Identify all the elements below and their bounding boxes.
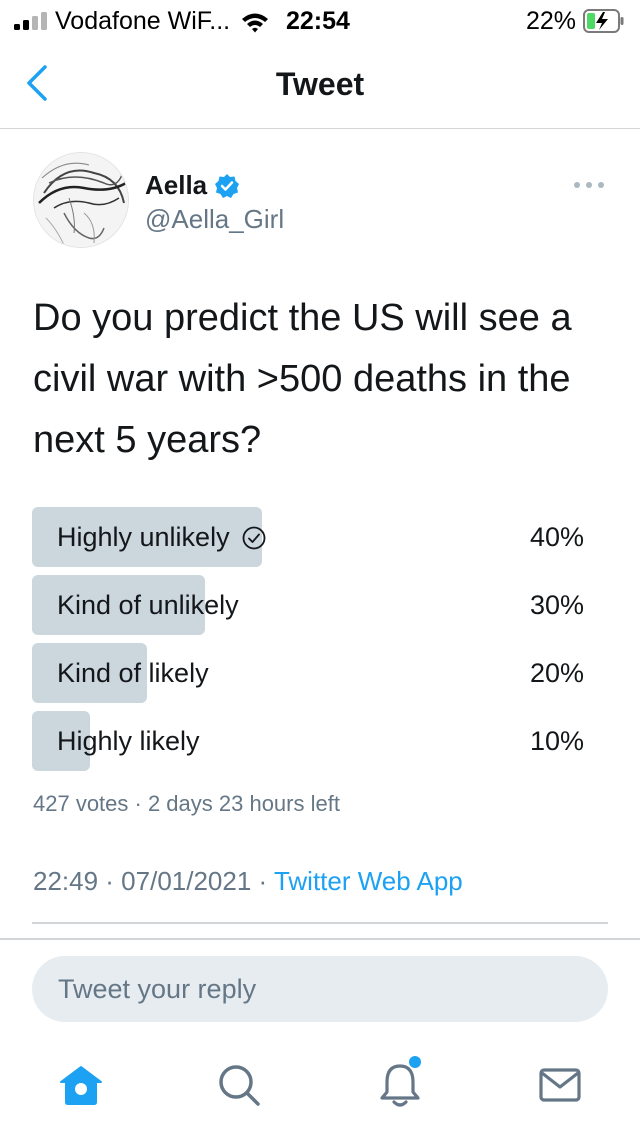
poll-option: Kind of unlikely 30%	[32, 575, 584, 635]
check-circle-icon	[242, 526, 265, 549]
wifi-icon	[242, 13, 268, 33]
display-name-text: Aella	[145, 170, 208, 200]
messages-icon	[539, 1068, 581, 1102]
status-bar: Vodafone WiF... 22:54 22%	[0, 0, 640, 44]
search-icon	[219, 1065, 260, 1106]
poll-percentage: 40%	[529, 522, 584, 552]
poll-percentage: 10%	[529, 726, 584, 756]
navigation-bar: Tweet	[0, 44, 640, 129]
tab-notifications[interactable]	[375, 1060, 425, 1110]
tweet-timestamp-row: 22:49 · 07/01/2021 · Twitter Web App	[33, 866, 463, 897]
avatar-sketch-image	[34, 153, 128, 247]
notifications-icon	[380, 1064, 420, 1107]
divider	[0, 938, 640, 940]
verified-badge-icon	[215, 173, 240, 198]
tweet-text: Do you predict the US will see a civil w…	[33, 297, 572, 461]
tweet-source-link[interactable]: Twitter Web App	[274, 866, 463, 896]
poll: Highly unlikely 40% Kind of unlikely 30%…	[32, 507, 584, 779]
notification-dot	[409, 1056, 421, 1068]
cellular-signal-icon	[14, 12, 50, 30]
tab-home[interactable]	[56, 1060, 106, 1110]
poll-option-text: Kind of likely	[57, 658, 209, 688]
poll-meta: 427 votes · 2 days 23 hours left	[33, 791, 340, 816]
clock: 22:54	[286, 7, 350, 35]
user-handle[interactable]: @Aella_Girl	[145, 204, 284, 235]
poll-option-text: Highly unlikely	[57, 522, 230, 552]
poll-percentage: 30%	[529, 590, 584, 620]
tweet-timestamp: 22:49 · 07/01/2021 ·	[33, 866, 274, 896]
tab-messages[interactable]	[535, 1060, 585, 1110]
page-title: Tweet	[275, 66, 365, 102]
battery-charging-icon	[583, 9, 624, 33]
poll-option-label: Kind of likely	[57, 658, 209, 689]
poll-option-label: Highly likely	[57, 726, 200, 757]
poll-option-text: Highly likely	[57, 726, 200, 756]
more-options-button[interactable]	[572, 175, 606, 195]
divider	[32, 922, 608, 924]
poll-option: Highly unlikely 40%	[32, 507, 584, 567]
reply-placeholder: Tweet your reply	[58, 974, 257, 1004]
poll-option: Highly likely 10%	[32, 711, 584, 771]
poll-option-text: Kind of unlikely	[57, 590, 239, 620]
poll-option-label: Kind of unlikely	[57, 590, 239, 621]
reply-input[interactable]: Tweet your reply	[32, 956, 608, 1022]
tab-bar	[0, 1046, 640, 1136]
poll-percentage: 20%	[529, 658, 584, 688]
more-dot-icon	[598, 182, 604, 188]
tab-search[interactable]	[214, 1060, 264, 1110]
more-dot-icon	[586, 182, 592, 188]
more-dot-icon	[574, 182, 580, 188]
avatar[interactable]	[33, 152, 129, 248]
display-name[interactable]: Aella	[145, 170, 240, 201]
battery-percentage: 22%	[526, 7, 577, 35]
carrier-name: Vodafone WiF...	[55, 7, 231, 35]
home-icon	[60, 1066, 102, 1105]
poll-option-label: Highly unlikely	[57, 522, 266, 553]
poll-option: Kind of likely 20%	[32, 643, 584, 703]
